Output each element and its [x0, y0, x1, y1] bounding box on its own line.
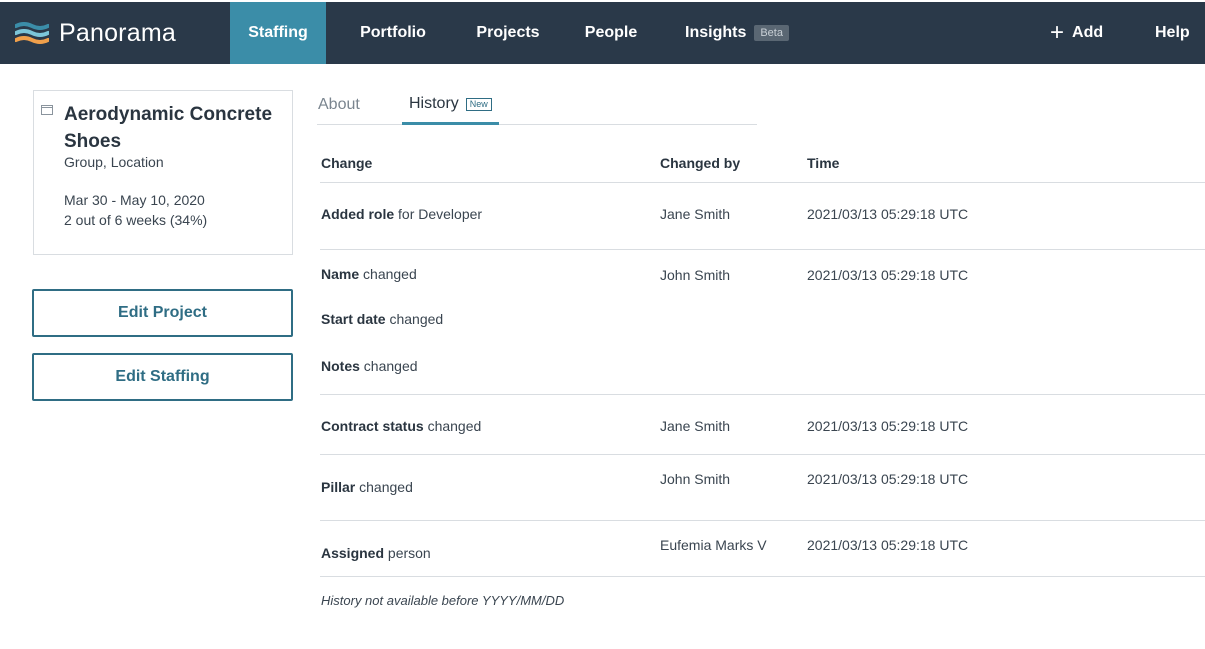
nav-staffing-label: Staffing [248, 24, 308, 41]
change-entry: Start date changed [321, 311, 444, 327]
table-row: Name changed Start date changed Notes ch… [320, 250, 1205, 395]
project-meta: Group, Location [64, 154, 164, 170]
add-button-label: Add [1072, 24, 1104, 41]
nav-people-label: People [584, 24, 638, 41]
tab-about[interactable]: About [318, 86, 360, 124]
nav-portfolio[interactable]: Portfolio [342, 2, 444, 64]
time-cell: 2021/03/13 05:29:18 UTC [807, 471, 969, 487]
table-row: Assigned person Eufemia Marks V 2021/03/… [320, 521, 1205, 577]
change-entry: Added role for Developer [321, 206, 483, 222]
plus-icon: + [1050, 19, 1065, 46]
time-cell: 2021/03/13 05:29:18 UTC [807, 267, 969, 283]
column-header-changed-by: Changed by [660, 155, 741, 171]
table-header-row: Change Changed by Time [320, 143, 1205, 183]
project-dates: Mar 30 - May 10, 2020 [64, 192, 205, 208]
beta-badge: Beta [754, 25, 789, 41]
changed-by-cell: Eufemia Marks V [660, 537, 767, 553]
nav-projects-label: Projects [476, 24, 540, 41]
top-navigation-bar: Panorama Staffing Portfolio Projects Peo… [0, 2, 1205, 64]
nav-people[interactable]: People [570, 2, 652, 64]
project-title: Aerodynamic Concrete Shoes [64, 104, 273, 152]
folder-icon [41, 105, 53, 115]
changed-by-cell: Jane Smith [660, 206, 731, 222]
project-tabs: About History New [317, 86, 757, 125]
tab-history[interactable]: History New [402, 86, 499, 125]
time-cell: 2021/03/13 05:29:18 UTC [807, 418, 969, 434]
nav-staffing[interactable]: Staffing [230, 2, 326, 64]
nav-portfolio-label: Portfolio [360, 24, 426, 41]
nav-projects[interactable]: Projects [460, 2, 556, 64]
project-summary-card: Aerodynamic Concrete Shoes Group, Locati… [33, 90, 293, 255]
change-entry: Name changed [321, 266, 417, 282]
edit-staffing-button[interactable]: Edit Staffing [32, 353, 293, 401]
column-header-time: Time [807, 155, 840, 171]
change-entry: Pillar changed [321, 479, 413, 495]
edit-project-button[interactable]: Edit Project [32, 289, 293, 337]
tab-about-label: About [318, 96, 360, 113]
table-row: Contract status changed Jane Smith 2021/… [320, 395, 1205, 455]
nav-insights-label: Insights [685, 24, 747, 41]
change-entry: Contract status changed [321, 418, 482, 434]
add-button[interactable]: + Add [1050, 2, 1103, 64]
changed-by-cell: Jane Smith [660, 418, 731, 434]
time-cell: 2021/03/13 05:29:18 UTC [807, 206, 969, 222]
changed-by-cell: John Smith [660, 267, 731, 283]
column-header-change: Change [321, 155, 373, 171]
table-row: Pillar changed John Smith 2021/03/13 05:… [320, 455, 1205, 521]
change-entry: Notes changed [321, 358, 418, 374]
project-progress: 2 out of 6 weeks (34%) [64, 212, 208, 228]
brand[interactable]: Panorama [15, 2, 176, 64]
help-link[interactable]: Help [1155, 2, 1190, 64]
table-row: Added role for Developer Jane Smith 2021… [320, 183, 1205, 250]
time-cell: 2021/03/13 05:29:18 UTC [807, 537, 969, 553]
tab-history-label: History [409, 95, 459, 112]
nav-insights[interactable]: Insights Beta [672, 2, 802, 64]
history-footnote: History not available before YYYY/MM/DD [321, 593, 565, 608]
panorama-logo-icon [15, 22, 49, 44]
brand-name: Panorama [59, 18, 176, 47]
change-entry: Assigned person [321, 545, 431, 561]
help-link-label: Help [1155, 24, 1190, 41]
new-badge: New [465, 97, 492, 111]
changed-by-cell: John Smith [660, 471, 731, 487]
